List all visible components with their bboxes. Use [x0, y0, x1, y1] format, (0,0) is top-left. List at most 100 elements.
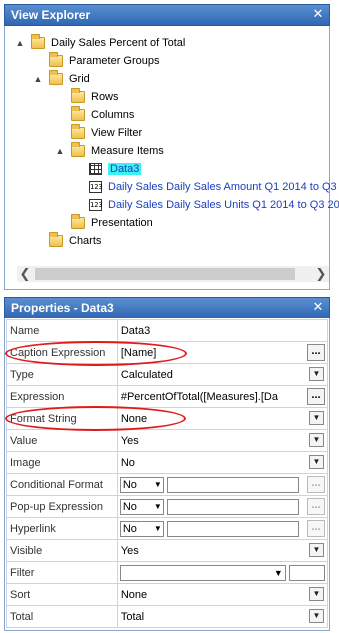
properties-title: Properties - Data3 — [11, 301, 114, 315]
properties-header: Properties - Data3 ✕ — [4, 297, 330, 319]
scrollbar-thumb[interactable] — [35, 268, 295, 280]
tree-node-columns[interactable]: Columns — [71, 106, 134, 124]
property-value: No — [122, 501, 137, 513]
folder-icon — [71, 106, 85, 121]
expression-field[interactable]: #PercentOfTotal([Measures].[Da ... — [116, 385, 329, 408]
scroll-right-icon[interactable]: ❯ — [313, 266, 329, 282]
view-explorer-tree: ▲ Daily Sales Percent of Total Parameter… — [4, 26, 339, 290]
chevron-down-icon[interactable]: ▼ — [309, 433, 324, 447]
property-value: No — [122, 479, 137, 491]
tree-node-label: Measure Items — [91, 145, 164, 157]
caption-ellipsis-button[interactable]: ... — [307, 344, 325, 361]
tree-node-label: Charts — [69, 235, 102, 247]
hyperlink-ellipsis-button[interactable]: ... — [307, 520, 325, 537]
hyperlink-input[interactable] — [166, 521, 299, 537]
property-value: #PercentOfTotal([Measures].[Da — [120, 390, 278, 403]
image-select[interactable]: No ▼ — [116, 451, 329, 474]
tree-node-label: Daily Sales Daily Sales Amount Q1 2014 t… — [108, 181, 339, 193]
close-icon[interactable]: ✕ — [311, 300, 325, 314]
folder-icon — [49, 52, 63, 67]
folder-icon — [71, 88, 85, 103]
tree-node-root[interactable]: ▲ Daily Sales Percent of Total — [15, 34, 185, 52]
property-row-sort: Sort None ▼ — [6, 583, 329, 606]
property-row-image: Image No ▼ — [6, 451, 329, 474]
visible-select[interactable]: Yes ▼ — [116, 539, 329, 562]
conditional-format-ellipsis-button[interactable]: ... — [307, 476, 325, 493]
collapse-icon[interactable]: ▲ — [55, 146, 65, 156]
conditional-format-input[interactable] — [166, 477, 299, 493]
close-icon[interactable]: ✕ — [311, 7, 325, 21]
tree-node-label: Parameter Groups — [69, 55, 160, 67]
property-row-hyperlink: Hyperlink No ▼ ... — [6, 517, 329, 540]
property-label: Type — [6, 363, 118, 386]
number-icon: 123 — [89, 181, 103, 193]
tree-node-grid[interactable]: ▲ Grid — [33, 70, 90, 88]
filter-field: ▼ — [116, 561, 329, 584]
chevron-down-icon[interactable]: ▼ — [309, 609, 324, 623]
filter-select[interactable]: ▼ — [119, 565, 286, 581]
property-label: Image — [6, 451, 118, 474]
folder-icon — [71, 124, 85, 139]
name-field[interactable]: Data3 — [116, 319, 329, 342]
tree-node-label: Data3 — [108, 163, 142, 175]
sort-select[interactable]: None ▼ — [116, 583, 329, 606]
tree-node-label: Daily Sales Daily Sales Units Q1 2014 to… — [108, 199, 339, 211]
conditional-format-select[interactable]: No ▼ — [119, 477, 164, 493]
tree-node-parameter-groups[interactable]: Parameter Groups — [49, 52, 159, 70]
property-label: Format String — [6, 407, 118, 430]
folder-icon — [31, 34, 45, 49]
horizontal-scrollbar[interactable]: ❮ ❯ — [17, 266, 329, 282]
collapse-icon[interactable]: ▲ — [15, 38, 25, 48]
property-label: Name — [6, 319, 118, 342]
caption-expression-field[interactable]: [Name] ... — [116, 341, 329, 364]
property-value: Data3 — [120, 324, 151, 337]
tree-node-presentation[interactable]: Presentation — [71, 214, 153, 232]
chevron-down-icon: ▼ — [273, 568, 283, 578]
property-label: Expression — [6, 385, 118, 408]
chevron-down-icon: ▼ — [153, 502, 162, 511]
property-value: No — [120, 456, 135, 469]
property-value: [Name] — [120, 346, 157, 359]
format-string-select[interactable]: None ▼ — [116, 407, 329, 430]
popup-expression-ellipsis-button[interactable]: ... — [307, 498, 325, 515]
view-explorer-title: View Explorer — [11, 8, 91, 22]
folder-icon — [49, 232, 63, 247]
chevron-down-icon[interactable]: ▼ — [309, 367, 324, 381]
tree-node-label: View Filter — [91, 127, 143, 139]
folder-icon — [71, 142, 85, 157]
value-select[interactable]: Yes ▼ — [116, 429, 329, 452]
chevron-down-icon[interactable]: ▼ — [309, 455, 324, 469]
popup-expression-input[interactable] — [166, 499, 299, 515]
property-row-name: Name Data3 — [6, 319, 329, 342]
tree-node-label: Grid — [69, 73, 90, 85]
property-value: None — [120, 588, 148, 601]
property-row-format: Format String None ▼ — [6, 407, 329, 430]
expression-ellipsis-button[interactable]: ... — [307, 388, 325, 405]
hyperlink-select[interactable]: No ▼ — [119, 521, 164, 537]
chevron-down-icon[interactable]: ▼ — [309, 411, 324, 425]
tree-node-data3[interactable]: Data3 — [89, 160, 142, 178]
folder-icon — [49, 70, 63, 85]
tree-node-view-filter[interactable]: View Filter — [71, 124, 142, 142]
property-value: Total — [120, 610, 145, 623]
total-select[interactable]: Total ▼ — [116, 605, 329, 628]
tree-node-measure-items[interactable]: ▲ Measure Items — [55, 142, 164, 160]
type-select[interactable]: Calculated ▼ — [116, 363, 329, 386]
tree-node-label: Daily Sales Percent of Total — [51, 37, 186, 49]
property-value: Yes — [120, 434, 139, 447]
chevron-down-icon[interactable]: ▼ — [309, 543, 324, 557]
filter-input[interactable] — [288, 565, 325, 581]
property-label: Visible — [6, 539, 118, 562]
tree-node-sales-amount[interactable]: 123 Daily Sales Daily Sales Amount Q1 20… — [89, 178, 339, 196]
tree-node-rows[interactable]: Rows — [71, 88, 119, 106]
popup-expression-select[interactable]: No ▼ — [119, 499, 164, 515]
property-row-total: Total Total ▼ — [6, 605, 329, 628]
tree-node-sales-units[interactable]: 123 Daily Sales Daily Sales Units Q1 201… — [89, 196, 339, 214]
scroll-left-icon[interactable]: ❮ — [17, 266, 33, 282]
properties-grid: Name Data3 Caption Expression [Name] ...… — [4, 318, 330, 631]
collapse-icon[interactable]: ▲ — [33, 74, 43, 84]
tree-node-label: Rows — [91, 91, 119, 103]
chevron-down-icon[interactable]: ▼ — [309, 587, 324, 601]
tree-node-charts[interactable]: Charts — [49, 232, 101, 250]
property-row-filter: Filter ▼ — [6, 561, 329, 584]
